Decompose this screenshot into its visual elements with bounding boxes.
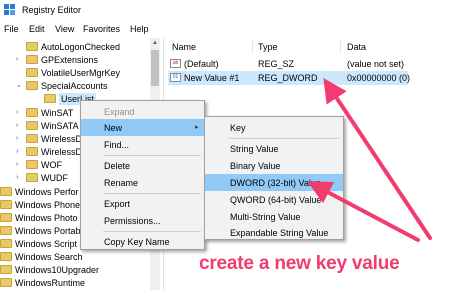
menu-separator	[103, 193, 201, 194]
menu-separator	[229, 138, 339, 139]
column-divider[interactable]	[252, 40, 253, 53]
table-row[interactable]: ab (Default) REG_SZ (value not set)	[164, 57, 474, 71]
menu-item-string-value[interactable]: String Value	[205, 140, 343, 157]
folder-icon	[0, 213, 12, 222]
folder-icon	[44, 94, 56, 103]
value-name: New Value #1	[184, 73, 240, 83]
folder-icon	[26, 121, 38, 130]
window-title: Registry Editor	[22, 5, 82, 15]
value-data: 0x00000000 (0)	[347, 73, 411, 83]
scroll-up-icon[interactable]: ▲	[150, 38, 160, 48]
menu-item-key[interactable]: Key	[205, 119, 343, 136]
menu-item-permissions[interactable]: Permissions...	[81, 212, 204, 229]
folder-icon	[26, 160, 38, 169]
chevron-right-icon[interactable]: ›	[16, 54, 24, 66]
menu-item-export[interactable]: Export	[81, 195, 204, 212]
binary-value-icon: 01	[170, 73, 181, 82]
chevron-right-icon[interactable]: ›	[16, 107, 24, 119]
folder-icon	[0, 265, 12, 274]
value-data: (value not set)	[347, 59, 405, 69]
folder-icon	[0, 252, 12, 261]
menu-item-delete[interactable]: Delete	[81, 157, 204, 174]
folder-icon	[26, 42, 38, 51]
menu-help[interactable]: Help	[130, 24, 149, 34]
folder-icon	[0, 278, 12, 287]
menu-separator	[103, 231, 201, 232]
folder-icon	[0, 200, 12, 209]
new-submenu: Key String Value Binary Value DWORD (32-…	[204, 116, 344, 240]
menu-item-dword-value[interactable]: DWORD (32-bit) Value	[205, 174, 343, 191]
chevron-right-icon: ▸	[195, 124, 199, 131]
chevron-right-icon[interactable]: ›	[16, 133, 24, 145]
menu-item-copy-key-name[interactable]: Copy Key Name	[81, 233, 204, 250]
chevron-right-icon[interactable]: ›	[16, 159, 24, 171]
folder-icon	[26, 134, 38, 143]
folder-icon	[26, 55, 38, 64]
value-name: (Default)	[184, 59, 219, 69]
string-value-icon: ab	[170, 59, 181, 68]
menu-view[interactable]: View	[55, 24, 74, 34]
chevron-right-icon[interactable]: ›	[16, 146, 24, 158]
menu-bar: File Edit View Favorites Help	[0, 21, 474, 37]
column-header-data[interactable]: Data	[347, 42, 366, 52]
context-menu: Expand New ▸ Find... Delete Rename Export…	[80, 100, 205, 250]
menu-item-expand[interactable]: Expand	[81, 103, 204, 120]
folder-icon	[26, 108, 38, 117]
menu-item-rename[interactable]: Rename	[81, 174, 204, 191]
table-row[interactable]: 01 New Value #1 REG_DWORD 0x00000000 (0)	[168, 71, 411, 85]
chevron-right-icon[interactable]: ›	[16, 120, 24, 132]
menu-item-binary-value[interactable]: Binary Value	[205, 157, 343, 174]
folder-icon	[0, 239, 12, 248]
menu-item-expandable-string-value[interactable]: Expandable String Value	[205, 224, 343, 241]
column-header-name[interactable]: Name	[172, 42, 196, 52]
title-bar: Registry Editor	[0, 0, 474, 20]
registry-editor-icon	[4, 4, 15, 15]
menu-item-multi-string-value[interactable]: Multi-String Value	[205, 208, 343, 225]
list-header: Name Type Data	[164, 38, 474, 55]
chevron-right-icon[interactable]: ›	[16, 172, 24, 184]
value-type: REG_DWORD	[258, 73, 318, 83]
folder-icon	[26, 147, 38, 156]
folder-icon	[26, 68, 38, 77]
menu-favorites[interactable]: Favorites	[83, 24, 120, 34]
annotation-text: create a new key value	[199, 253, 400, 274]
menu-item-new[interactable]: New ▸	[81, 119, 204, 136]
scrollbar-thumb[interactable]	[151, 50, 159, 86]
menu-item-qword-value[interactable]: QWORD (64-bit) Value	[205, 191, 343, 208]
folder-icon	[0, 187, 12, 196]
folder-icon	[26, 173, 38, 182]
value-type: REG_SZ	[258, 59, 295, 69]
chevron-down-icon[interactable]: ⌄	[16, 80, 24, 92]
folder-icon	[26, 81, 38, 90]
menu-edit[interactable]: Edit	[29, 24, 45, 34]
menu-separator	[103, 155, 201, 156]
menu-file[interactable]: File	[4, 24, 19, 34]
folder-icon	[0, 226, 12, 235]
column-divider[interactable]	[340, 40, 341, 53]
column-header-type[interactable]: Type	[258, 42, 278, 52]
menu-item-find[interactable]: Find...	[81, 136, 204, 153]
